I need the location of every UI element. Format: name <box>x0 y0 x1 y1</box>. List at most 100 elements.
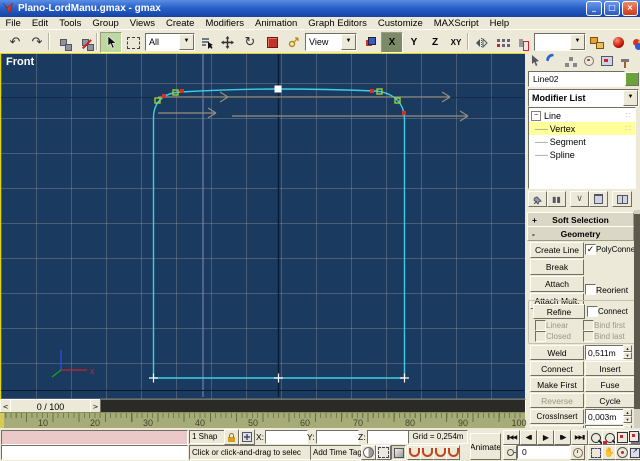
go-to-end-button[interactable]: ▶▶▮ <box>571 430 588 445</box>
absolute-offset-button[interactable] <box>239 429 255 445</box>
dimension-arrows[interactable] <box>158 92 468 121</box>
region-zoom-button[interactable] <box>588 445 603 460</box>
minmax-toggle-button[interactable] <box>628 445 640 460</box>
menu-maxscript[interactable]: MAXScript <box>428 18 484 29</box>
panel-scrollbar-thumb[interactable] <box>634 214 640 409</box>
material-editor-button[interactable] <box>607 32 629 53</box>
use-pivot-button[interactable] <box>358 32 380 53</box>
manipulate-button[interactable] <box>282 32 304 53</box>
add-time-tag[interactable]: Add Time Tag <box>310 445 362 460</box>
menu-animation[interactable]: Animation <box>250 18 303 29</box>
key-mode-button[interactable] <box>503 445 517 460</box>
configure-modifier-sets-button[interactable] <box>612 191 632 207</box>
soft-selection-rollout[interactable]: + Soft Selection <box>527 212 634 227</box>
next-frame-button[interactable]: ▮▶ <box>554 430 571 445</box>
play-button[interactable]: ▶ <box>537 430 554 445</box>
animate-button[interactable]: Animate <box>470 433 501 460</box>
tab-utilities[interactable] <box>616 53 634 68</box>
unlink-button[interactable] <box>74 32 96 53</box>
restrict-xy-button[interactable]: XY <box>445 32 467 53</box>
tab-display[interactable] <box>598 53 616 68</box>
restrict-z-button[interactable]: Z <box>424 32 446 53</box>
menu-create[interactable]: Create <box>160 18 200 29</box>
time-slider-track[interactable] <box>100 399 526 413</box>
show-end-result-button[interactable]: ▮▮ <box>547 191 566 207</box>
crossing-toggle-button[interactable] <box>391 445 406 460</box>
menu-customize[interactable]: Customize <box>372 18 428 29</box>
go-to-start-button[interactable]: ▮◀◀ <box>503 430 520 445</box>
modifier-list-dropdown[interactable]: Modifier List ▼ <box>528 89 639 107</box>
current-frame-input[interactable] <box>520 446 569 458</box>
remove-modifier-button[interactable] <box>589 191 608 207</box>
geometry-rollout[interactable]: - Geometry <box>527 226 634 241</box>
create-line-button[interactable]: Create Line <box>530 242 584 258</box>
maxscript-listener-white[interactable] <box>1 445 188 460</box>
undo-button[interactable]: ↶ <box>4 32 26 53</box>
snap-3d-button[interactable]: 3 <box>407 445 421 460</box>
maxscript-listener-pink[interactable] <box>1 430 188 445</box>
zoom-extents-all-button[interactable] <box>628 430 640 445</box>
reorient-checkbox[interactable] <box>585 284 596 295</box>
degradation-button[interactable] <box>361 445 376 460</box>
viewport-canvas[interactable]: x <box>1 54 524 397</box>
align-button[interactable] <box>512 32 534 53</box>
object-color-swatch[interactable] <box>625 72 639 86</box>
tab-create[interactable] <box>526 53 544 68</box>
connect-button[interactable]: Connect <box>530 361 584 376</box>
current-frame-marker[interactable] <box>0 413 4 429</box>
x-input[interactable] <box>268 431 307 443</box>
menu-views[interactable]: Views <box>124 18 160 29</box>
refine-button[interactable]: Refine <box>533 304 585 319</box>
time-config-button[interactable] <box>570 445 585 460</box>
mirror-button[interactable] <box>470 32 492 53</box>
stack-row-segment[interactable]: ── Segment <box>529 135 635 148</box>
panel-scrollbar[interactable] <box>634 210 640 437</box>
angle-snap-button[interactable]: ∠ <box>420 445 434 460</box>
selection-filter-dropdown[interactable]: All ▼ <box>145 33 195 51</box>
menu-modifiers[interactable]: Modifiers <box>200 18 250 29</box>
tab-hierarchy[interactable] <box>562 53 580 68</box>
minimize-button[interactable]: _ <box>586 1 602 16</box>
menu-file[interactable]: File <box>0 18 26 29</box>
stack-row-spline[interactable]: ── Spline <box>529 148 635 161</box>
polyconnect-checkbox[interactable]: ✓ <box>585 244 596 255</box>
scale-button[interactable] <box>261 32 283 53</box>
front-viewport[interactable]: x Front <box>0 53 527 400</box>
restrict-y-button[interactable]: Y <box>403 32 425 53</box>
z-input[interactable] <box>370 431 408 443</box>
move-button[interactable] <box>216 32 238 53</box>
menu-graph-editors[interactable]: Graph Editors <box>303 18 373 29</box>
crossinsert-button[interactable]: CrossInsert <box>530 409 584 424</box>
zoom-button[interactable] <box>588 430 603 445</box>
make-first-button[interactable]: Make First <box>530 377 584 392</box>
collapse-icon[interactable]: − <box>531 111 541 121</box>
crossinsert-spinner[interactable]: ▲▼ <box>623 409 632 423</box>
attach-button[interactable]: Attach <box>530 276 584 292</box>
maximize-button[interactable]: □ <box>604 1 620 16</box>
bind-last-checkbox[interactable] <box>583 331 594 342</box>
tab-modify[interactable] <box>544 53 562 68</box>
weld-value-field[interactable]: 0,511m <box>585 345 626 360</box>
break-button[interactable]: Break <box>530 259 584 275</box>
color-palette-button[interactable] <box>628 32 640 53</box>
crossinsert-value-field[interactable]: 0,003m <box>585 409 626 424</box>
x-coordinate-field[interactable] <box>265 430 308 444</box>
menu-tools[interactable]: Tools <box>54 18 87 29</box>
spinner-snap-button[interactable]: ↕ <box>446 445 460 460</box>
weld-button[interactable]: Weld <box>530 345 584 360</box>
selection-region-button[interactable] <box>376 445 391 460</box>
titlebar[interactable]: Plano-LordManu.gmax - gmax _ □ × <box>0 0 640 17</box>
rect-selection-button[interactable] <box>122 32 144 53</box>
named-selection-combo[interactable]: ▼ <box>534 33 586 51</box>
cycle-button[interactable]: Cycle <box>585 393 635 408</box>
coord-system-dropdown[interactable]: View ▼ <box>305 33 357 51</box>
linear-checkbox[interactable] <box>535 320 546 331</box>
menu-group[interactable]: Group <box>87 18 124 29</box>
bind-first-checkbox[interactable] <box>583 320 594 331</box>
close-button[interactable]: × <box>622 1 638 16</box>
array-button[interactable] <box>491 32 513 53</box>
menu-edit[interactable]: Edit <box>26 18 53 29</box>
reverse-button[interactable]: Reverse <box>530 393 584 408</box>
current-frame-field[interactable] <box>517 445 570 459</box>
y-input[interactable] <box>319 431 358 443</box>
